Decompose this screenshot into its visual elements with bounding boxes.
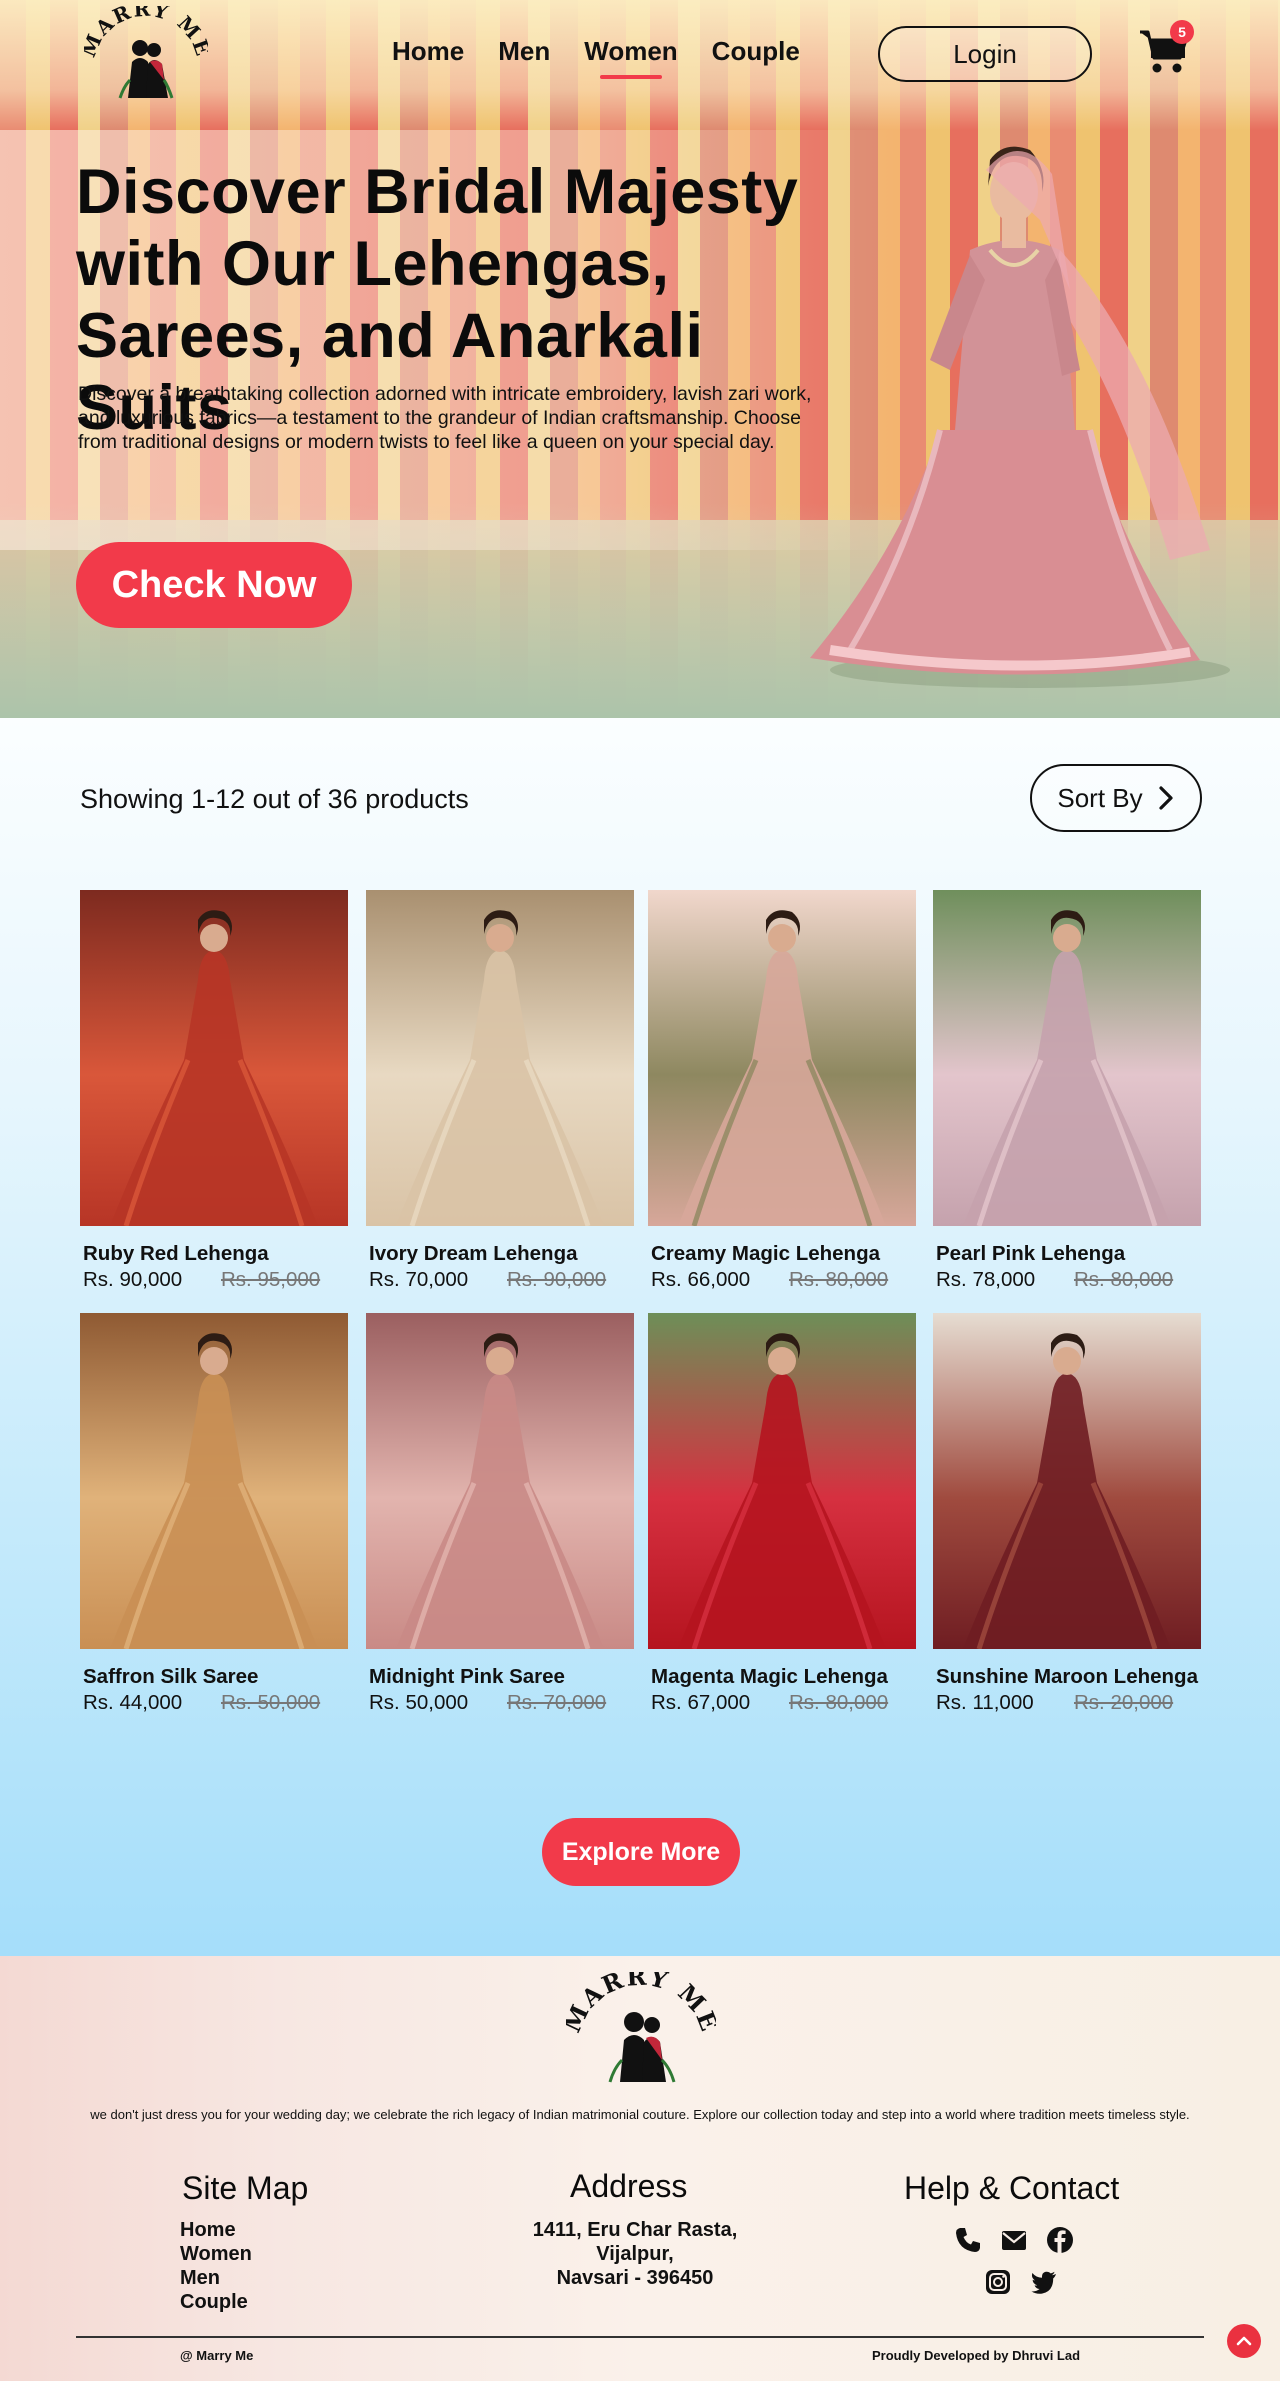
product-prices: Rs. 11,000 Rs. 20,000 xyxy=(936,1691,1201,1715)
footer-divider xyxy=(76,2336,1204,2338)
product-card[interactable]: Creamy Magic Lehenga Rs. 66,000 Rs. 80,000 xyxy=(648,890,916,1292)
sitemap-link-men[interactable]: Men xyxy=(180,2266,252,2290)
product-image[interactable] xyxy=(366,1313,634,1649)
twitter-icon[interactable] xyxy=(1030,2268,1058,2296)
product-prices: Rs. 90,000 Rs. 95,000 xyxy=(83,1268,348,1292)
hero-section: MARRY ME Home Men Women Couple Login 5 D… xyxy=(0,0,1280,718)
product-prices: Rs. 70,000 Rs. 90,000 xyxy=(369,1268,634,1292)
product-prices: Rs. 50,000 Rs. 70,000 xyxy=(369,1691,634,1715)
product-name[interactable]: Ivory Dream Lehenga xyxy=(369,1242,634,1266)
product-price: Rs. 67,000 xyxy=(651,1691,751,1714)
product-name[interactable]: Saffron Silk Saree xyxy=(83,1665,348,1689)
login-button[interactable]: Login xyxy=(878,26,1092,82)
product-original-price: Rs. 90,000 xyxy=(507,1268,607,1291)
product-image[interactable] xyxy=(933,1313,1201,1649)
address-heading: Address xyxy=(570,2168,688,2204)
sitemap-links: Home Women Men Couple xyxy=(180,2218,252,2314)
address-line-1: 1411, Eru Char Rasta, xyxy=(532,2219,738,2241)
sitemap-link-home[interactable]: Home xyxy=(180,2218,252,2242)
explore-more-button[interactable]: Explore More xyxy=(542,1818,740,1886)
scroll-to-top-button[interactable] xyxy=(1227,2324,1261,2358)
cart-count-badge: 5 xyxy=(1170,20,1194,44)
mail-icon[interactable] xyxy=(1000,2226,1028,2254)
product-image[interactable] xyxy=(80,890,348,1226)
product-price: Rs. 78,000 xyxy=(936,1268,1036,1291)
product-card[interactable]: Saffron Silk Saree Rs. 44,000 Rs. 50,000 xyxy=(80,1313,348,1715)
phone-icon[interactable] xyxy=(954,2226,982,2254)
product-price: Rs. 66,000 xyxy=(651,1268,751,1291)
product-card[interactable]: Sunshine Maroon Lehenga Rs. 11,000 Rs. 20,… xyxy=(933,1313,1201,1715)
product-original-price: Rs. 70,000 xyxy=(507,1691,607,1714)
product-listing-section: Showing 1-12 out of 36 products Sort By … xyxy=(0,718,1280,1956)
contact-icons-row-2 xyxy=(984,2268,1058,2296)
product-price: Rs. 70,000 xyxy=(369,1268,469,1291)
product-card[interactable]: Pearl Pink Lehenga Rs. 78,000 Rs. 80,000 xyxy=(933,890,1201,1292)
nav-couple-link[interactable]: Couple xyxy=(712,36,800,67)
product-name[interactable]: Magenta Magic Lehenga xyxy=(651,1665,916,1689)
product-prices: Rs. 78,000 Rs. 80,000 xyxy=(936,1268,1201,1292)
help-contact-heading: Help & Contact xyxy=(904,2170,1120,2206)
product-image[interactable] xyxy=(648,890,916,1226)
footer-marry-me-logo: MARRY ME xyxy=(566,1972,716,2083)
footer-description: we don't just dress you for your wedding… xyxy=(90,2107,1190,2122)
sitemap-link-couple[interactable]: Couple xyxy=(180,2290,252,2314)
copyright-text: @ Marry Me xyxy=(180,2348,254,2363)
product-original-price: Rs. 50,000 xyxy=(221,1691,321,1714)
address-line-3: Navsari - 396450 xyxy=(556,2267,714,2289)
nav-men-link[interactable]: Men xyxy=(498,36,550,67)
product-original-price: Rs. 80,000 xyxy=(789,1691,889,1714)
hero-description: Discover a breathtaking collection adorn… xyxy=(78,383,812,453)
developer-credit: Proudly Developed by Dhruvi Lad xyxy=(872,2348,1081,2363)
product-image[interactable] xyxy=(366,890,634,1226)
product-prices: Rs. 44,000 Rs. 50,000 xyxy=(83,1691,348,1715)
hero-bride-image xyxy=(810,146,1230,688)
sitemap-link-women[interactable]: Women xyxy=(180,2242,252,2266)
marry-me-logo[interactable]: MARRY ME xyxy=(84,6,208,100)
product-price: Rs. 44,000 xyxy=(83,1691,183,1714)
sort-by-label: Sort By xyxy=(1057,782,1143,813)
product-image[interactable] xyxy=(933,890,1201,1226)
address-line-2: Vijalpur, xyxy=(596,2243,674,2265)
product-name[interactable]: Creamy Magic Lehenga xyxy=(651,1242,916,1266)
address-text: 1411, Eru Char Rasta, Vijalpur, Navsari … xyxy=(500,2218,770,2290)
chevron-up-icon xyxy=(1236,2336,1252,2346)
product-prices: Rs. 67,000 Rs. 80,000 xyxy=(651,1691,916,1715)
product-image[interactable] xyxy=(80,1313,348,1649)
product-image[interactable] xyxy=(648,1313,916,1649)
facebook-icon[interactable] xyxy=(1046,2226,1074,2254)
product-count-text: Showing 1-12 out of 36 products xyxy=(80,784,469,814)
product-name[interactable]: Midnight Pink Saree xyxy=(369,1665,634,1689)
sitemap-heading: Site Map xyxy=(182,2170,309,2206)
instagram-icon[interactable] xyxy=(984,2268,1012,2296)
product-name[interactable]: Pearl Pink Lehenga xyxy=(936,1242,1201,1266)
product-original-price: Rs. 95,000 xyxy=(221,1268,321,1291)
sort-by-button[interactable]: Sort By xyxy=(1030,764,1202,832)
product-original-price: Rs. 80,000 xyxy=(789,1268,889,1291)
contact-icons-row-1 xyxy=(954,2226,1074,2254)
product-card[interactable]: Ivory Dream Lehenga Rs. 70,000 Rs. 90,000 xyxy=(366,890,634,1292)
product-original-price: Rs. 80,000 xyxy=(1074,1268,1174,1291)
check-now-button[interactable]: Check Now xyxy=(76,542,352,628)
product-card[interactable]: Magenta Magic Lehenga Rs. 67,000 Rs. 80,00… xyxy=(648,1313,916,1715)
product-price: Rs. 50,000 xyxy=(369,1691,469,1714)
product-card[interactable]: Ruby Red Lehenga Rs. 90,000 Rs. 95,000 xyxy=(80,890,348,1292)
product-card[interactable]: Midnight Pink Saree Rs. 50,000 Rs. 70,000 xyxy=(366,1313,634,1715)
footer: MARRY ME we don't just dress you for you… xyxy=(0,1956,1280,2381)
main-nav: Home Men Women Couple xyxy=(392,36,800,79)
nav-women-link[interactable]: Women xyxy=(584,36,678,79)
product-prices: Rs. 66,000 Rs. 80,000 xyxy=(651,1268,916,1292)
product-price: Rs. 90,000 xyxy=(83,1268,183,1291)
product-price: Rs. 11,000 xyxy=(936,1691,1034,1714)
chevron-right-icon xyxy=(1159,786,1173,810)
product-name[interactable]: Sunshine Maroon Lehenga xyxy=(936,1665,1201,1689)
product-original-price: Rs. 20,000 xyxy=(1074,1691,1174,1714)
product-name[interactable]: Ruby Red Lehenga xyxy=(83,1242,348,1266)
nav-home-link[interactable]: Home xyxy=(392,36,464,67)
